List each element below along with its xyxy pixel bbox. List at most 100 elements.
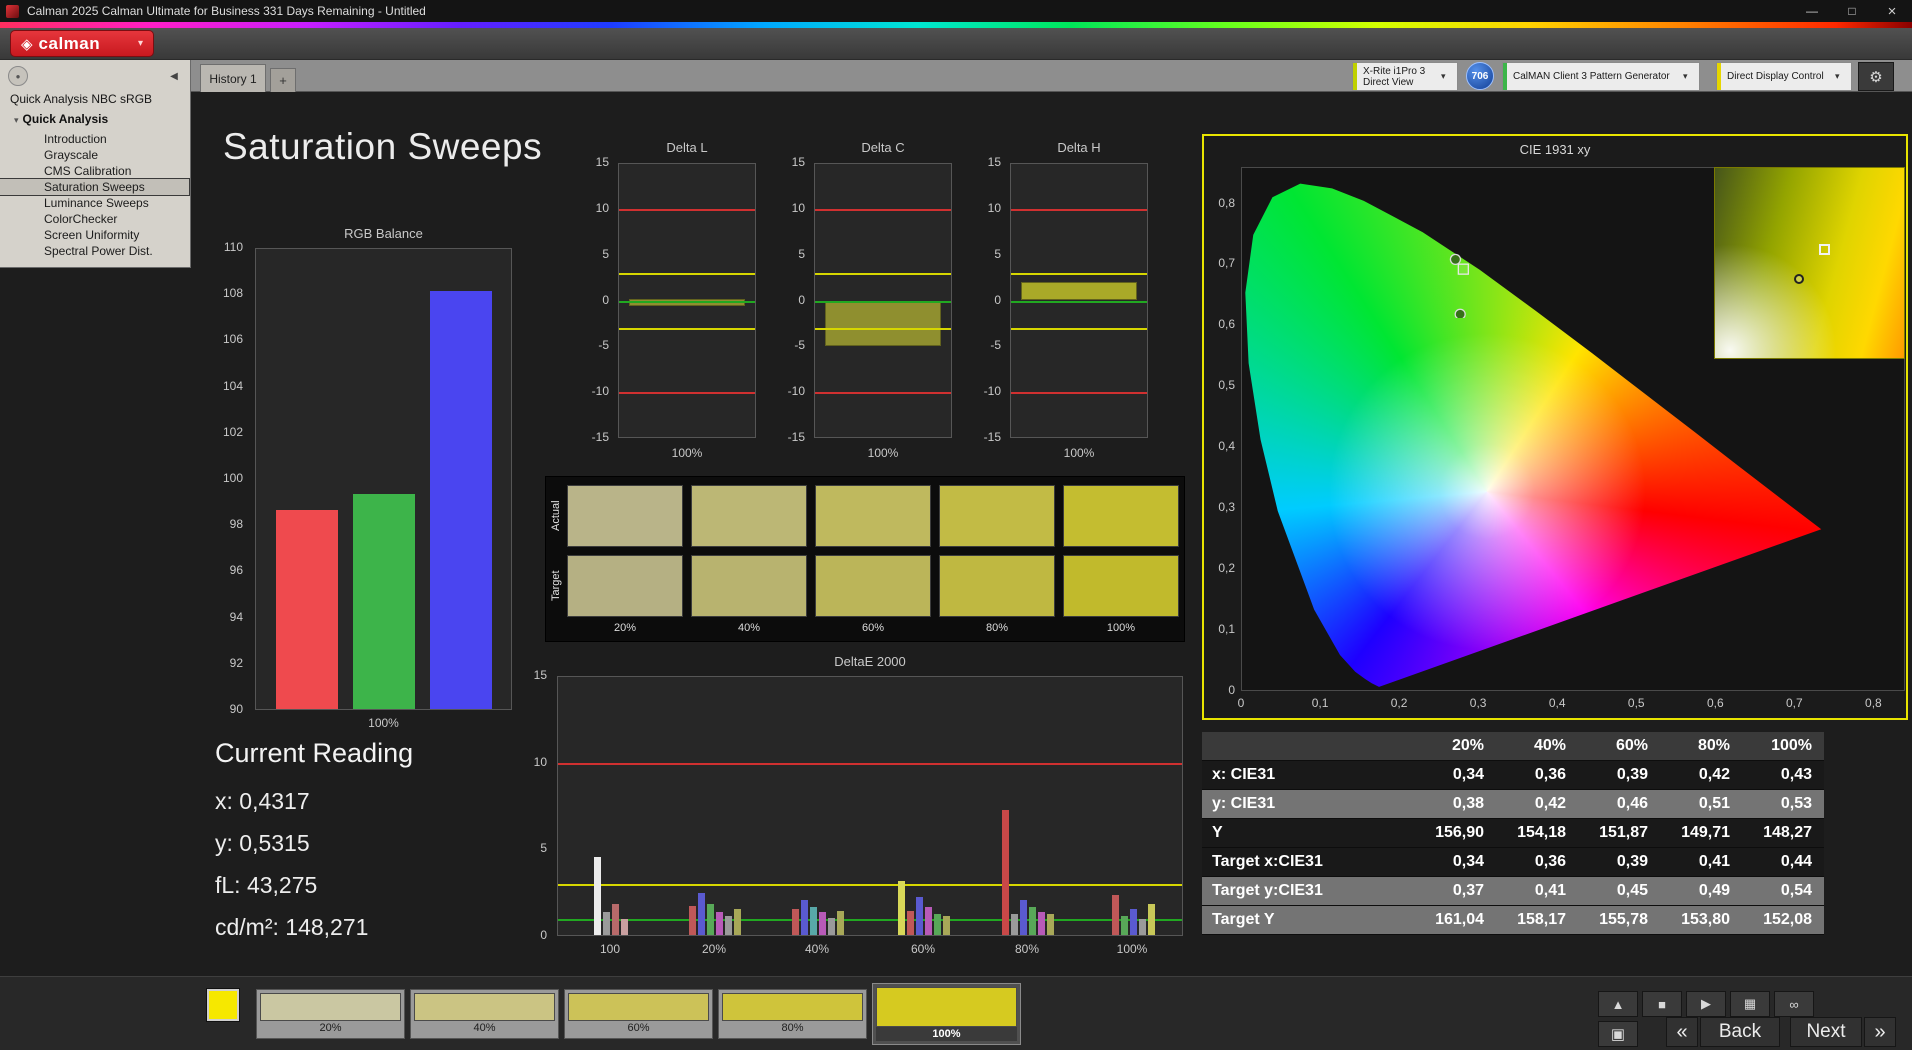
axis-tick-label: -10 <box>787 384 805 399</box>
calman-logo-icon: ◈ <box>21 35 33 53</box>
settings-button[interactable]: ⚙ <box>1858 62 1894 91</box>
sidebar-item-spectral-power-dist-[interactable]: Spectral Power Dist. <box>0 243 189 259</box>
limit-line-green <box>558 918 1182 921</box>
sidebar-item-screen-uniformity[interactable]: Screen Uniformity <box>0 227 189 243</box>
table-column-header: 40% <box>1533 737 1566 754</box>
delta-e-x-axis: 100 20% 40% 60% 80% 100% <box>557 942 1183 958</box>
pattern-swatch-label: 80% <box>781 1022 804 1034</box>
axis-tick-label: 94 <box>229 609 243 624</box>
axis-tick-label: 15 <box>791 155 805 169</box>
cie-inset-target-point <box>1818 244 1830 255</box>
pattern-color-indicator[interactable] <box>206 988 240 1022</box>
cie-data-points <box>1449 253 1469 318</box>
minimize-button[interactable]: — <box>1792 0 1832 22</box>
axis-tick-label: 108 <box>222 286 243 301</box>
target-row-label: Target <box>550 570 562 602</box>
gear-icon: ⚙ <box>1869 68 1883 86</box>
axis-tick-label: 98 <box>229 517 243 532</box>
sidebar-item-saturation-sweeps[interactable]: Saturation Sweeps <box>0 178 190 196</box>
meter-mode: Direct View <box>1363 76 1414 88</box>
transport-stop-button[interactable]: ■ <box>1642 991 1682 1017</box>
deltae-bar <box>621 919 628 935</box>
pattern-window-button[interactable]: ▣ <box>1598 1021 1638 1047</box>
axis-tick-label: 0 <box>798 292 805 307</box>
tab-history-1[interactable]: History 1 <box>200 64 266 92</box>
axis-tick-label: 104 <box>222 378 243 393</box>
pattern-swatch-100%[interactable]: 100% <box>872 983 1021 1045</box>
delta-bar <box>1021 282 1137 300</box>
axis-tick-label: 0,8 <box>1218 195 1235 210</box>
add-tab-button[interactable]: + <box>270 68 296 92</box>
workflow-root-item[interactable]: ▾ Quick Analysis <box>14 112 108 126</box>
deltae-bar <box>594 857 601 935</box>
collapse-sidebar-button[interactable]: ◀ <box>164 66 184 86</box>
sweep-swatch-actual-20% <box>567 485 683 547</box>
axis-tick-label: 0,8 <box>1865 696 1882 710</box>
axis-tick-label: 0,1 <box>1218 622 1235 637</box>
maximize-button[interactable]: □ <box>1832 0 1872 22</box>
limit-line-yellow <box>558 884 1182 886</box>
cie-y-axis: 0 0,1 0,2 0,3 0,4 0,5 0,6 0,7 0,8 <box>1204 136 1238 722</box>
app-icon <box>6 4 19 18</box>
deltae-bar <box>734 909 741 935</box>
pattern-swatch-80%[interactable]: 80% <box>718 989 867 1039</box>
pattern-swatch-color <box>414 993 555 1021</box>
pattern-swatch-20%[interactable]: 20% <box>256 989 405 1039</box>
display-control-status-accent <box>1717 63 1721 90</box>
limit-line-yellow <box>1011 328 1147 330</box>
limit-line-red <box>1011 392 1147 395</box>
pattern-swatch-60%[interactable]: 60% <box>564 989 713 1039</box>
current-reading-y: y: 0,5315 <box>215 830 310 856</box>
transport-link-button[interactable]: ∞ <box>1774 991 1814 1017</box>
deltae-bar <box>1138 919 1146 935</box>
table-cell: 0,34 <box>1452 853 1484 870</box>
bottom-bar: 20% 40% 60% 80% 100% ▲ ■ ▶ ▦ ∞ ▣ « Back Next » <box>0 976 1912 1050</box>
cie-chart-title: CIE 1931 xy <box>1519 142 1591 157</box>
table-cell: 0,36 <box>1534 853 1566 870</box>
axis-tick-label: 0 <box>994 292 1001 307</box>
axis-tick-label: 102 <box>222 424 243 439</box>
axis-tick-label: 20% <box>701 942 727 956</box>
transport-panel-up-button[interactable]: ▲ <box>1598 991 1638 1017</box>
meter-dropdown[interactable]: X-Rite i1Pro 3 Direct View ▾ <box>1352 62 1458 91</box>
cie-chart-panel: CIE 1931 xy 0 0,1 0,2 0,3 0,4 0,5 0,6 0,7 0,8 0 0… <box>1202 134 1908 720</box>
axis-tick-label: 0,3 <box>1469 696 1487 710</box>
sweep-swatch-target-40% <box>691 555 807 617</box>
back-button[interactable]: Back <box>1700 1017 1780 1047</box>
sidebar-item-colorchecker[interactable]: ColorChecker <box>0 211 189 227</box>
sidebar-item-grayscale[interactable]: Grayscale <box>0 147 189 163</box>
sidebar-item-cms-calibration[interactable]: CMS Calibration <box>0 163 189 179</box>
pattern-generator-dropdown[interactable]: CalMAN Client 3 Pattern Generator ▾ <box>1502 62 1700 91</box>
transport-play-button[interactable]: ▶ <box>1686 991 1726 1017</box>
pattern-swatch-40%[interactable]: 40% <box>410 989 559 1039</box>
axis-tick-label: 60% <box>910 942 936 956</box>
sidebar-item-introduction[interactable]: Introduction <box>0 131 189 147</box>
deltae-bar <box>725 915 732 935</box>
sweep-swatch-target-80% <box>939 555 1055 617</box>
app-header: ◈ calman ▾ <box>0 28 1912 60</box>
cie-measured-point <box>1449 253 1462 266</box>
meter-status-accent <box>1353 63 1357 90</box>
table-cell: 154,18 <box>1517 824 1566 841</box>
next-button[interactable]: Next <box>1790 1017 1862 1047</box>
back-chevron-button[interactable]: « <box>1666 1017 1698 1047</box>
next-chevron-button[interactable]: » <box>1864 1017 1896 1047</box>
transport-save-button[interactable]: ▦ <box>1730 991 1770 1017</box>
sweep-swatch-actual-40% <box>691 485 807 547</box>
axis-tick-label: 0,7 <box>1785 696 1803 710</box>
deltae-bar <box>898 881 905 935</box>
rgb-bar-blue <box>430 290 492 709</box>
display-control-dropdown[interactable]: Direct Display Control ▾ <box>1716 62 1852 91</box>
workflow-menu-button[interactable]: ● <box>8 66 28 86</box>
axis-tick-label: 90 <box>229 702 243 716</box>
delta-e-title: DeltaE 2000 <box>834 654 906 669</box>
table-cell: 155,78 <box>1599 911 1648 928</box>
calman-logo-button[interactable]: ◈ calman ▾ <box>10 30 154 57</box>
meter-badge[interactable]: 706 <box>1466 62 1494 90</box>
delta-c-y-axis: 15 10 5 0 -5 -10 -15 <box>772 155 810 444</box>
axis-tick-label: 5 <box>994 246 1001 261</box>
display-control-label: Direct Display Control <box>1727 71 1824 82</box>
rgb-bar-green <box>353 494 415 709</box>
close-button[interactable]: × <box>1872 0 1912 22</box>
sidebar-item-luminance-sweeps[interactable]: Luminance Sweeps <box>0 195 189 211</box>
